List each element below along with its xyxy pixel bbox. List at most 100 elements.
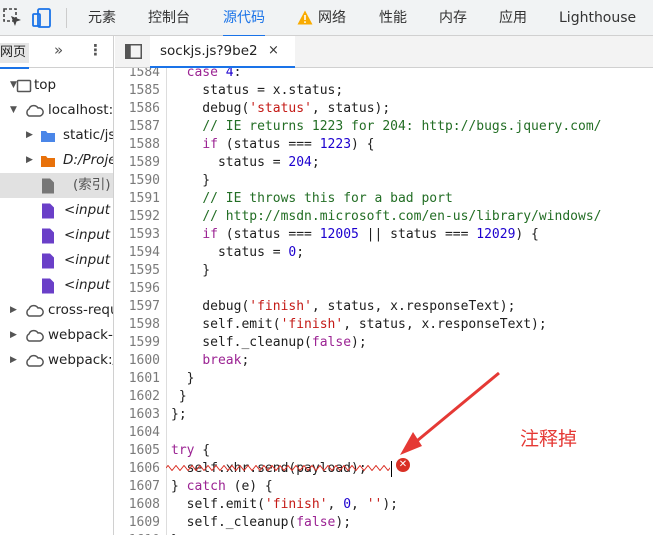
tree-item-webpack[interactable]: ▶ webpack- — [0, 323, 113, 348]
line-number[interactable]: 1595 — [115, 262, 160, 280]
line-number[interactable]: 1605 — [115, 442, 160, 460]
inspect-cursor-icon[interactable] — [2, 7, 24, 29]
tree-item-webpack-sources[interactable]: ▶ webpack:/ — [0, 348, 114, 373]
line-number[interactable]: 1589 — [115, 154, 160, 172]
code-line: self.emit('finish', status, x.responseTe… — [171, 317, 547, 332]
file-icon — [42, 178, 54, 194]
line-number[interactable]: 1596 — [115, 280, 160, 298]
collapse-arrow-icon[interactable]: ▶ — [26, 123, 33, 148]
error-squiggle — [166, 465, 390, 471]
code-line: self.emit('finish', 0, ''); — [171, 497, 398, 512]
tree-item-localhost[interactable]: ▼ localhost:9 — [0, 98, 114, 123]
navigator-menu-icon[interactable]: ⋮ — [88, 41, 103, 59]
cloud-icon — [26, 104, 44, 117]
tree-item-label: <input — [64, 252, 111, 268]
code-line: }; — [171, 407, 187, 422]
tree-item-label: <input — [64, 202, 111, 218]
tab-lighthouse[interactable]: Lighthouse — [559, 0, 636, 36]
tab-elements[interactable]: 元素 — [88, 0, 116, 36]
code-line: status = 204; — [171, 155, 320, 170]
line-number[interactable]: 1592 — [115, 208, 160, 226]
line-number[interactable]: 1593 — [115, 226, 160, 244]
line-number[interactable]: 1606 — [115, 460, 160, 478]
line-number[interactable]: 1607 — [115, 478, 160, 496]
code-line: debug('status', status); — [171, 101, 391, 116]
tree-item-label: (索引) — [73, 177, 111, 193]
line-number[interactable]: 1608 — [115, 496, 160, 514]
error-icon[interactable]: ✕ — [396, 458, 410, 472]
tab-application[interactable]: 应用 — [499, 0, 527, 36]
tree-item-label: webpack:/ — [48, 352, 114, 368]
line-number[interactable]: 1609 — [115, 514, 160, 532]
line-number[interactable]: 1600 — [115, 352, 160, 370]
more-tabs-icon[interactable]: » — [54, 41, 63, 59]
tree-item-label: webpack- — [48, 327, 113, 343]
cloud-icon — [26, 304, 44, 317]
collapse-arrow-icon[interactable]: ▶ — [10, 348, 17, 373]
tree-item-input[interactable]: <input — [0, 223, 113, 248]
line-number[interactable]: 1590 — [115, 172, 160, 190]
line-number[interactable]: 1588 — [115, 136, 160, 154]
line-number[interactable]: 1587 — [115, 118, 160, 136]
device-toolbar-icon[interactable] — [31, 7, 53, 29]
line-number[interactable]: 1594 — [115, 244, 160, 262]
tree-item-static-js[interactable]: ▶ static/js — [0, 123, 113, 148]
tree-item-input[interactable]: <input — [0, 248, 113, 273]
collapse-arrow-icon[interactable]: ▶ — [10, 323, 17, 348]
tab-console[interactable]: 控制台 — [148, 0, 190, 36]
tree-item-top[interactable]: ▼ top — [0, 73, 113, 98]
file-tab-label: sockjs.js?9be2 — [160, 43, 258, 59]
tree-item-label: <input — [64, 227, 111, 243]
tab-sources[interactable]: 源代码 — [223, 0, 265, 37]
line-number[interactable]: 1602 — [115, 388, 160, 406]
close-icon[interactable]: × — [268, 43, 279, 58]
line-number[interactable]: 1603 — [115, 406, 160, 424]
devtools-tabbar: 元素 控制台 源代码 网络 性能 内存 应用 Lighthouse — [0, 0, 653, 37]
tree-item-label: localhost:9 — [48, 102, 114, 118]
toggle-navigator-icon[interactable] — [125, 44, 142, 59]
tree-item-cross-request[interactable]: ▶ cross-requ — [0, 298, 113, 323]
line-number-gutter[interactable]: 1584 1585 1586 1587 1588 1589 1590 1591 1592 1593… — [115, 68, 167, 535]
cloud-icon — [26, 354, 44, 367]
folder-icon — [41, 156, 55, 167]
line-number[interactable]: 1604 — [115, 424, 160, 442]
tab-page[interactable]: 网页 — [0, 43, 30, 69]
warning-icon — [297, 10, 313, 25]
collapse-arrow-icon[interactable]: ▶ — [10, 298, 17, 323]
code-line: } — [171, 389, 187, 404]
line-number[interactable]: 1598 — [115, 316, 160, 334]
line-number[interactable]: 1599 — [115, 334, 160, 352]
frame-icon — [16, 79, 32, 93]
code-line: } — [171, 173, 211, 188]
tab-network[interactable]: 网络 — [318, 0, 346, 36]
code-line: } — [171, 371, 195, 386]
line-number[interactable]: 1586 — [115, 100, 160, 118]
tab-memory[interactable]: 内存 — [439, 0, 467, 36]
toolbar-divider — [66, 8, 67, 28]
editor-tabbar: sockjs.js?9be2 × — [115, 36, 653, 68]
tree-item-input[interactable]: <input — [0, 198, 113, 223]
line-number[interactable]: 1585 — [115, 82, 160, 100]
code-line: debug('finish', status, x.responseText); — [171, 299, 516, 314]
text-cursor — [391, 461, 392, 477]
file-tab-sockjs[interactable]: sockjs.js?9be2 × — [150, 36, 295, 68]
tree-item-project[interactable]: ▶ D:/Proje — [0, 148, 114, 173]
code-line: status = x.status; — [171, 83, 344, 98]
tree-item-input[interactable]: <input — [0, 273, 113, 298]
line-number[interactable]: 1601 — [115, 370, 160, 388]
file-navigator: 网页 » ⋮ ▼ top ▼ localhost:9 ▶ static/js ▶… — [0, 36, 114, 535]
code-line: // IE returns 1223 for 204: http://bugs.… — [202, 119, 602, 134]
code-line: status = 0; — [171, 245, 305, 260]
line-number[interactable]: 1597 — [115, 298, 160, 316]
tree-item-index[interactable]: (索引) — [0, 173, 113, 198]
file-icon — [42, 253, 54, 269]
tree-item-label: D:/Proje — [63, 152, 114, 168]
line-number[interactable]: 1584 — [115, 68, 160, 82]
collapse-arrow-icon[interactable]: ▶ — [26, 148, 33, 173]
cloud-icon — [26, 329, 44, 342]
tree-item-label: top — [34, 77, 57, 93]
line-number[interactable]: 1591 — [115, 190, 160, 208]
expand-arrow-icon[interactable]: ▼ — [10, 98, 17, 123]
code-line: if (status === 1223) { — [202, 137, 375, 152]
tab-performance[interactable]: 性能 — [379, 0, 407, 36]
